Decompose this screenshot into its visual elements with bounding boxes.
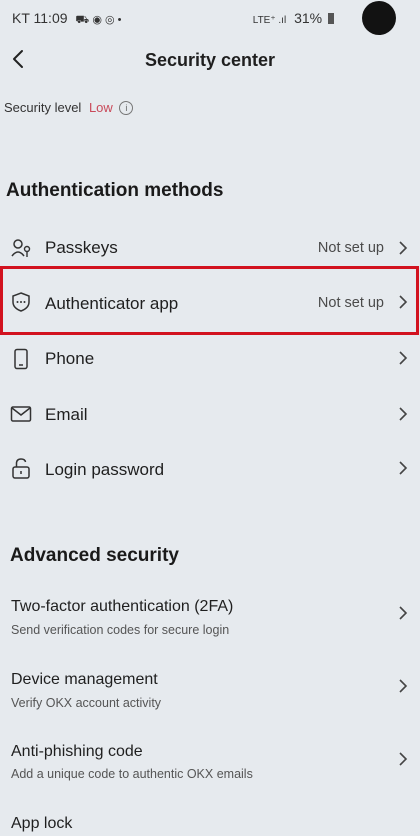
status-left: KT 11:09 ⛟ ◉ ◎ •	[12, 10, 121, 28]
battery-level: 31%	[294, 10, 323, 26]
lock-icon	[12, 458, 30, 479]
row-passkeys[interactable]: Passkeys Not set up	[0, 230, 420, 266]
passkeys-label: Passkeys	[45, 238, 118, 257]
row-anti-phishing[interactable]: Anti-phishing code Add a unique code to …	[0, 741, 420, 793]
passkey-icon	[11, 239, 31, 257]
chevron-right-icon	[399, 407, 408, 421]
chevron-right-icon	[399, 351, 408, 365]
status-bar: KT 11:09 ⛟ ◉ ◎ • LTE⁺ .ıl 31%	[0, 0, 420, 36]
app-lock-title: App lock	[11, 815, 73, 832]
advanced-security-heading: Advanced security	[10, 545, 179, 566]
status-right: LTE⁺ .ıl 31%	[253, 10, 334, 26]
device-management-title: Device management	[11, 671, 158, 688]
chevron-right-icon	[399, 241, 408, 255]
page-title: Security center	[144, 50, 276, 70]
row-device-management[interactable]: Device management Verify OKX account act…	[0, 668, 420, 720]
chevron-right-icon	[399, 752, 408, 766]
anti-phishing-title: Anti-phishing code	[11, 743, 143, 760]
carrier-time: KT 11:09	[12, 10, 68, 26]
info-icon[interactable]: i	[119, 101, 134, 115]
row-login-password[interactable]: Login password	[0, 450, 420, 486]
chevron-right-icon	[399, 295, 408, 309]
anti-phishing-desc: Add a unique code to authentic OKX email…	[11, 767, 253, 781]
row-app-lock[interactable]: App lock	[0, 812, 420, 836]
battery-icon	[328, 13, 334, 24]
login-password-label: Login password	[45, 460, 165, 479]
top-bar: Security center	[0, 42, 420, 78]
chevron-right-icon	[399, 679, 408, 693]
2fa-title: Two-factor authentication (2FA)	[11, 598, 234, 615]
shield-icon	[12, 292, 30, 312]
row-2fa[interactable]: Two-factor authentication (2FA) Send ver…	[0, 594, 420, 646]
chevron-right-icon	[399, 461, 408, 475]
2fa-desc: Send verification codes for secure login	[11, 623, 230, 637]
notification-icons: ⛟ ◉ ◎ •	[75, 14, 122, 26]
email-label: Email	[45, 405, 88, 424]
mail-icon	[10, 406, 32, 422]
security-level-label: Security level	[4, 100, 82, 115]
device-management-desc: Verify OKX account activity	[11, 696, 162, 710]
phone-icon	[14, 348, 28, 370]
security-level-value: Low	[88, 100, 113, 115]
row-email[interactable]: Email	[0, 396, 420, 432]
passkeys-status: Not set up	[317, 240, 384, 256]
phone-label: Phone	[45, 349, 95, 368]
authenticator-app-label: Authenticator app	[45, 294, 179, 313]
security-level: Security level Low i	[4, 100, 134, 115]
row-phone[interactable]: Phone	[0, 340, 420, 376]
network-indicator: LTE⁺ .ıl	[252, 15, 287, 26]
auth-methods-heading: Authentication methods	[6, 180, 224, 201]
chevron-right-icon	[399, 606, 408, 620]
row-authenticator-app[interactable]: Authenticator app Not set up	[0, 284, 420, 320]
camera-cutout	[362, 1, 396, 35]
authenticator-app-status: Not set up	[317, 295, 384, 311]
